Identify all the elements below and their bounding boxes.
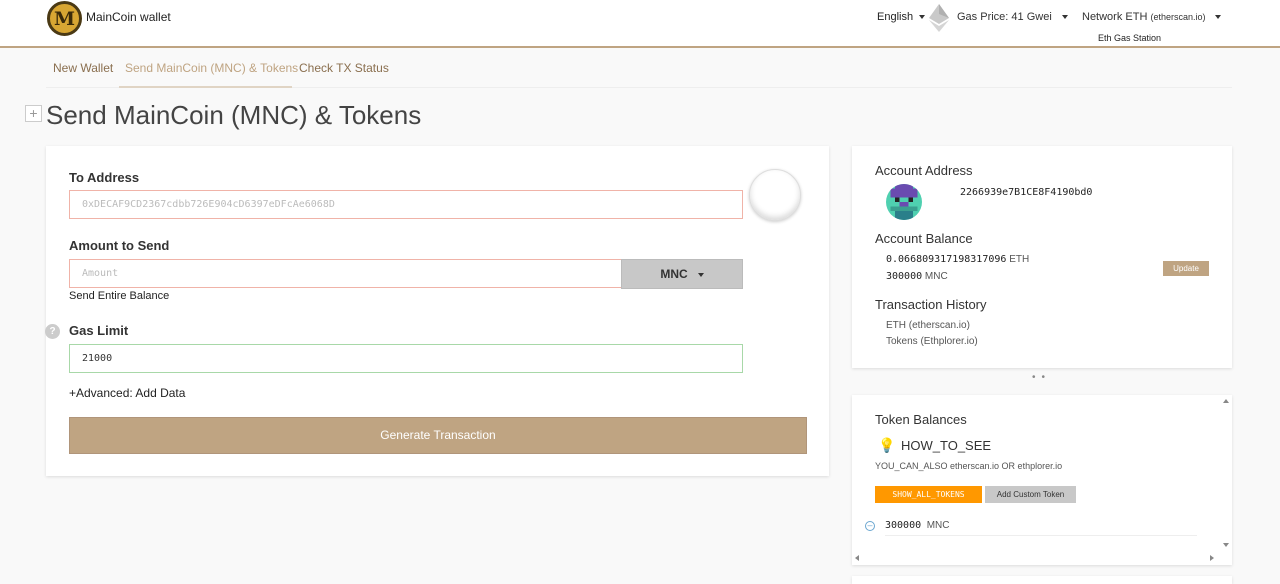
network-selector[interactable]: Network ETH (etherscan.io) xyxy=(1082,11,1221,23)
horizontal-scrollbar[interactable] xyxy=(852,552,1221,563)
scroll-left-icon[interactable] xyxy=(855,555,859,561)
chevron-down-icon xyxy=(697,272,704,277)
maincoin-logo-icon[interactable]: M xyxy=(47,1,82,36)
account-info-card: Account Address 2266939e7B1CE8F4190bd0 A… xyxy=(852,146,1232,368)
address-identicon xyxy=(749,169,801,221)
send-form-card: To Address Amount to Send MNC Send Entir… xyxy=(45,146,829,476)
page-title: Send MainCoin (MNC) & Tokens xyxy=(46,100,422,130)
chevron-down-icon xyxy=(919,15,926,20)
update-balance-button[interactable]: Update xyxy=(1163,261,1209,276)
history-tokens-link[interactable]: Tokens (Ethplorer.io) xyxy=(886,336,978,347)
show-all-tokens-button[interactable]: SHOW_ALL_TOKENS xyxy=(875,486,982,503)
tab-new-wallet[interactable]: New Wallet xyxy=(53,61,113,75)
mnc-balance: 300000 MNC xyxy=(886,271,948,282)
ethereum-icon xyxy=(929,4,949,32)
help-icon[interactable]: ? xyxy=(45,324,60,339)
account-address-value: 2266939e7B1CE8F4190bd0 xyxy=(960,187,1093,198)
scroll-up-icon[interactable] xyxy=(1223,399,1229,403)
generate-transaction-button[interactable]: Generate Transaction xyxy=(69,417,807,454)
add-custom-token-button[interactable]: Add Custom Token xyxy=(985,486,1076,503)
brand-name[interactable]: MainCoin wallet xyxy=(86,10,171,24)
token-balances-title: Token Balances xyxy=(875,412,967,427)
top-header: M MainCoin wallet English Gas Price: 41 … xyxy=(0,0,1280,48)
gas-limit-label: Gas Limit xyxy=(69,323,129,338)
main-nav: New Wallet Send MainCoin (MNC) & Tokens … xyxy=(46,48,1232,88)
remove-token-icon[interactable]: – xyxy=(865,521,875,531)
account-avatar xyxy=(886,184,922,220)
eth-gas-station-link[interactable]: Eth Gas Station xyxy=(1098,33,1161,43)
tab-check-tx-status[interactable]: Check TX Status xyxy=(299,61,389,75)
tab-send-tokens[interactable]: Send MainCoin (MNC) & Tokens xyxy=(125,61,298,75)
token-row-divider xyxy=(885,535,1197,536)
account-balance-title: Account Balance xyxy=(875,231,973,246)
transaction-history-title: Transaction History xyxy=(875,297,987,312)
token-row: 300000 MNC xyxy=(885,520,950,531)
history-eth-link[interactable]: ETH (etherscan.io) xyxy=(886,320,970,331)
gas-price-selector[interactable]: Gas Price: 41 Gwei xyxy=(957,11,1068,23)
advanced-add-data-link[interactable]: +Advanced: Add Data xyxy=(69,386,185,400)
to-address-label: To Address xyxy=(69,170,140,185)
expand-plus-icon[interactable]: + xyxy=(25,105,42,122)
language-selector[interactable]: English xyxy=(877,11,926,23)
chevron-down-icon xyxy=(1214,15,1221,20)
amount-input[interactable] xyxy=(69,259,622,288)
next-card-edge xyxy=(852,576,1232,584)
scroll-down-icon[interactable] xyxy=(1223,543,1229,547)
to-address-input[interactable] xyxy=(69,190,743,219)
chevron-down-icon xyxy=(1061,15,1068,20)
vertical-scrollbar[interactable] xyxy=(1221,395,1232,552)
eth-balance: 0.066809317198317096 ETH xyxy=(886,254,1030,265)
amount-label: Amount to Send xyxy=(69,238,170,253)
resize-handle-icon[interactable]: •• xyxy=(1032,372,1051,383)
send-entire-balance-link[interactable]: Send Entire Balance xyxy=(69,290,169,302)
active-tab-indicator xyxy=(119,86,292,88)
token-balances-card: Token Balances 💡 HOW_TO_SEE YOU_CAN_ALSO… xyxy=(852,395,1232,565)
scroll-right-icon[interactable] xyxy=(1210,555,1214,561)
you-can-also-text: YOU_CAN_ALSO etherscan.io OR ethplorer.i… xyxy=(875,461,1063,471)
currency-dropdown[interactable]: MNC xyxy=(621,259,743,289)
gas-limit-input[interactable] xyxy=(69,344,743,373)
lightbulb-icon: 💡 xyxy=(878,437,896,453)
how-to-see-heading: HOW_TO_SEE xyxy=(901,438,992,453)
account-address-title: Account Address xyxy=(875,163,973,178)
